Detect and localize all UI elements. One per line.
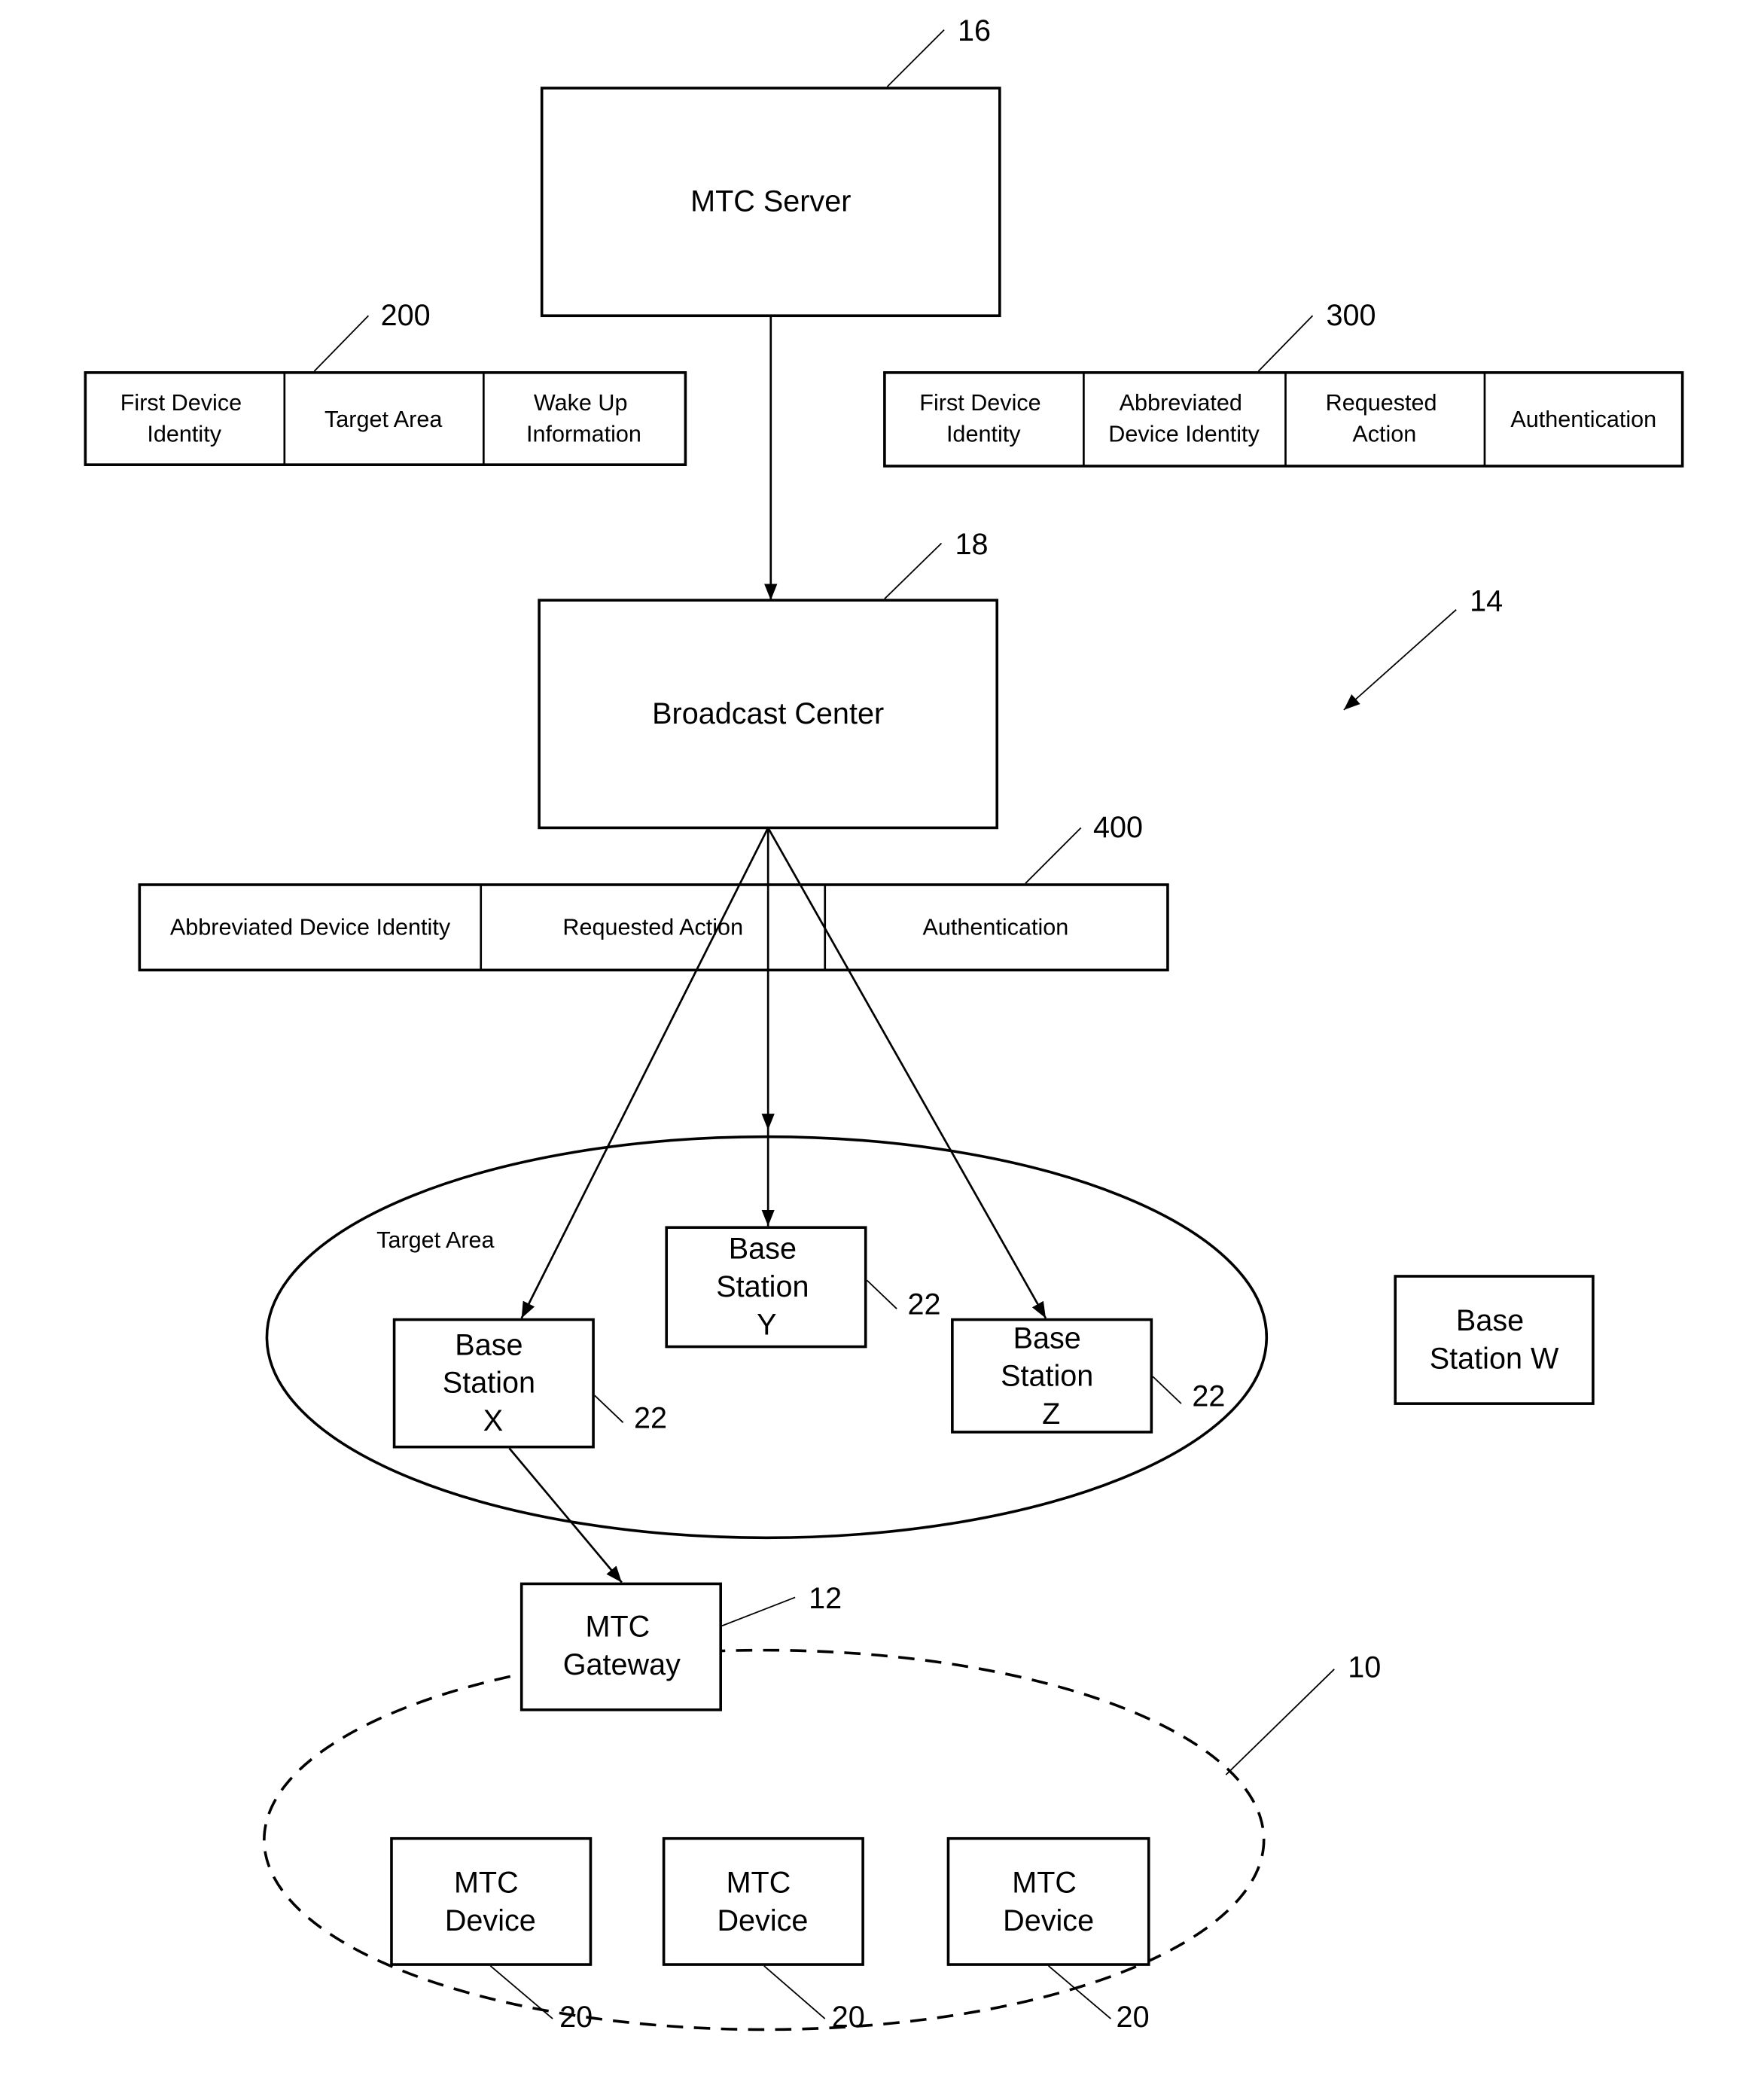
m400-field-2: Requested Action (562, 915, 743, 940)
ref-arrow-14 (1343, 609, 1457, 711)
m300-field-4: Authentication (1510, 407, 1656, 432)
ref-leader-16 (886, 29, 945, 87)
mtc-gateway-node: MTC Gateway (519, 1582, 722, 1711)
m200-field-2: Target Area (324, 407, 442, 432)
message-400: Abbreviated Device Identity Requested Ac… (138, 883, 1169, 972)
ref-leader-10 (1225, 1669, 1335, 1775)
mtc-device-2: MTC Device (662, 1836, 864, 1966)
ref-200: 200 (381, 299, 431, 332)
ref-leader-22-y (866, 1279, 897, 1309)
ref-leader-200 (313, 315, 370, 372)
message-200: First Device Identity Target Area Wake U… (84, 371, 687, 466)
m400-field-1: Abbreviated Device Identity (170, 915, 451, 940)
ref-leader-18 (884, 542, 943, 599)
ref-leader-20-2 (763, 1965, 826, 2019)
arrow-x-to-gateway (508, 1447, 623, 1583)
ref-22-y: 22 (907, 1288, 940, 1321)
ref-leader-22-z (1152, 1376, 1182, 1404)
broadcast-center-label: Broadcast Center (652, 697, 884, 730)
ref-16: 16 (958, 14, 991, 47)
ref-20-1: 20 (559, 2001, 593, 2034)
mtc-device-3: MTC Device (946, 1836, 1150, 1966)
ref-leader-300 (1257, 315, 1314, 372)
base-station-w: Base Station W (1394, 1275, 1595, 1405)
ref-20-3: 20 (1117, 2001, 1150, 2034)
ref-leader-12 (721, 1596, 796, 1627)
broadcast-center-node: Broadcast Center (538, 599, 999, 830)
ref-12: 12 (809, 1582, 842, 1615)
ref-300: 300 (1326, 299, 1376, 332)
ref-leader-400 (1025, 827, 1082, 884)
ref-22-z: 22 (1192, 1380, 1225, 1413)
base-station-z: Base Station Z (951, 1318, 1153, 1434)
m400-field-3: Authentication (923, 915, 1069, 940)
network-diagram: MTC Server 16 First Device Identity Targ… (84, 14, 1684, 2034)
ref-400: 400 (1093, 811, 1143, 844)
ref-leader-20-1 (489, 1965, 553, 2019)
ref-leader-22-x (594, 1394, 624, 1423)
mtc-server-node: MTC Server (540, 87, 1001, 318)
ref-18: 18 (955, 528, 988, 561)
base-station-y: Base Station Y (665, 1226, 867, 1349)
ref-20-2: 20 (832, 2001, 865, 2034)
mtc-device-1: MTC Device (390, 1836, 593, 1966)
ref-14: 14 (1470, 585, 1503, 618)
ref-22-x: 22 (634, 1402, 667, 1435)
base-station-x: Base Station X (392, 1318, 595, 1449)
target-area-label: Target Area (376, 1227, 494, 1253)
ref-10: 10 (1348, 1651, 1381, 1684)
mtc-server-label: MTC Server (690, 185, 851, 218)
message-300: First Device Identity Abbreviated Device… (883, 371, 1684, 468)
